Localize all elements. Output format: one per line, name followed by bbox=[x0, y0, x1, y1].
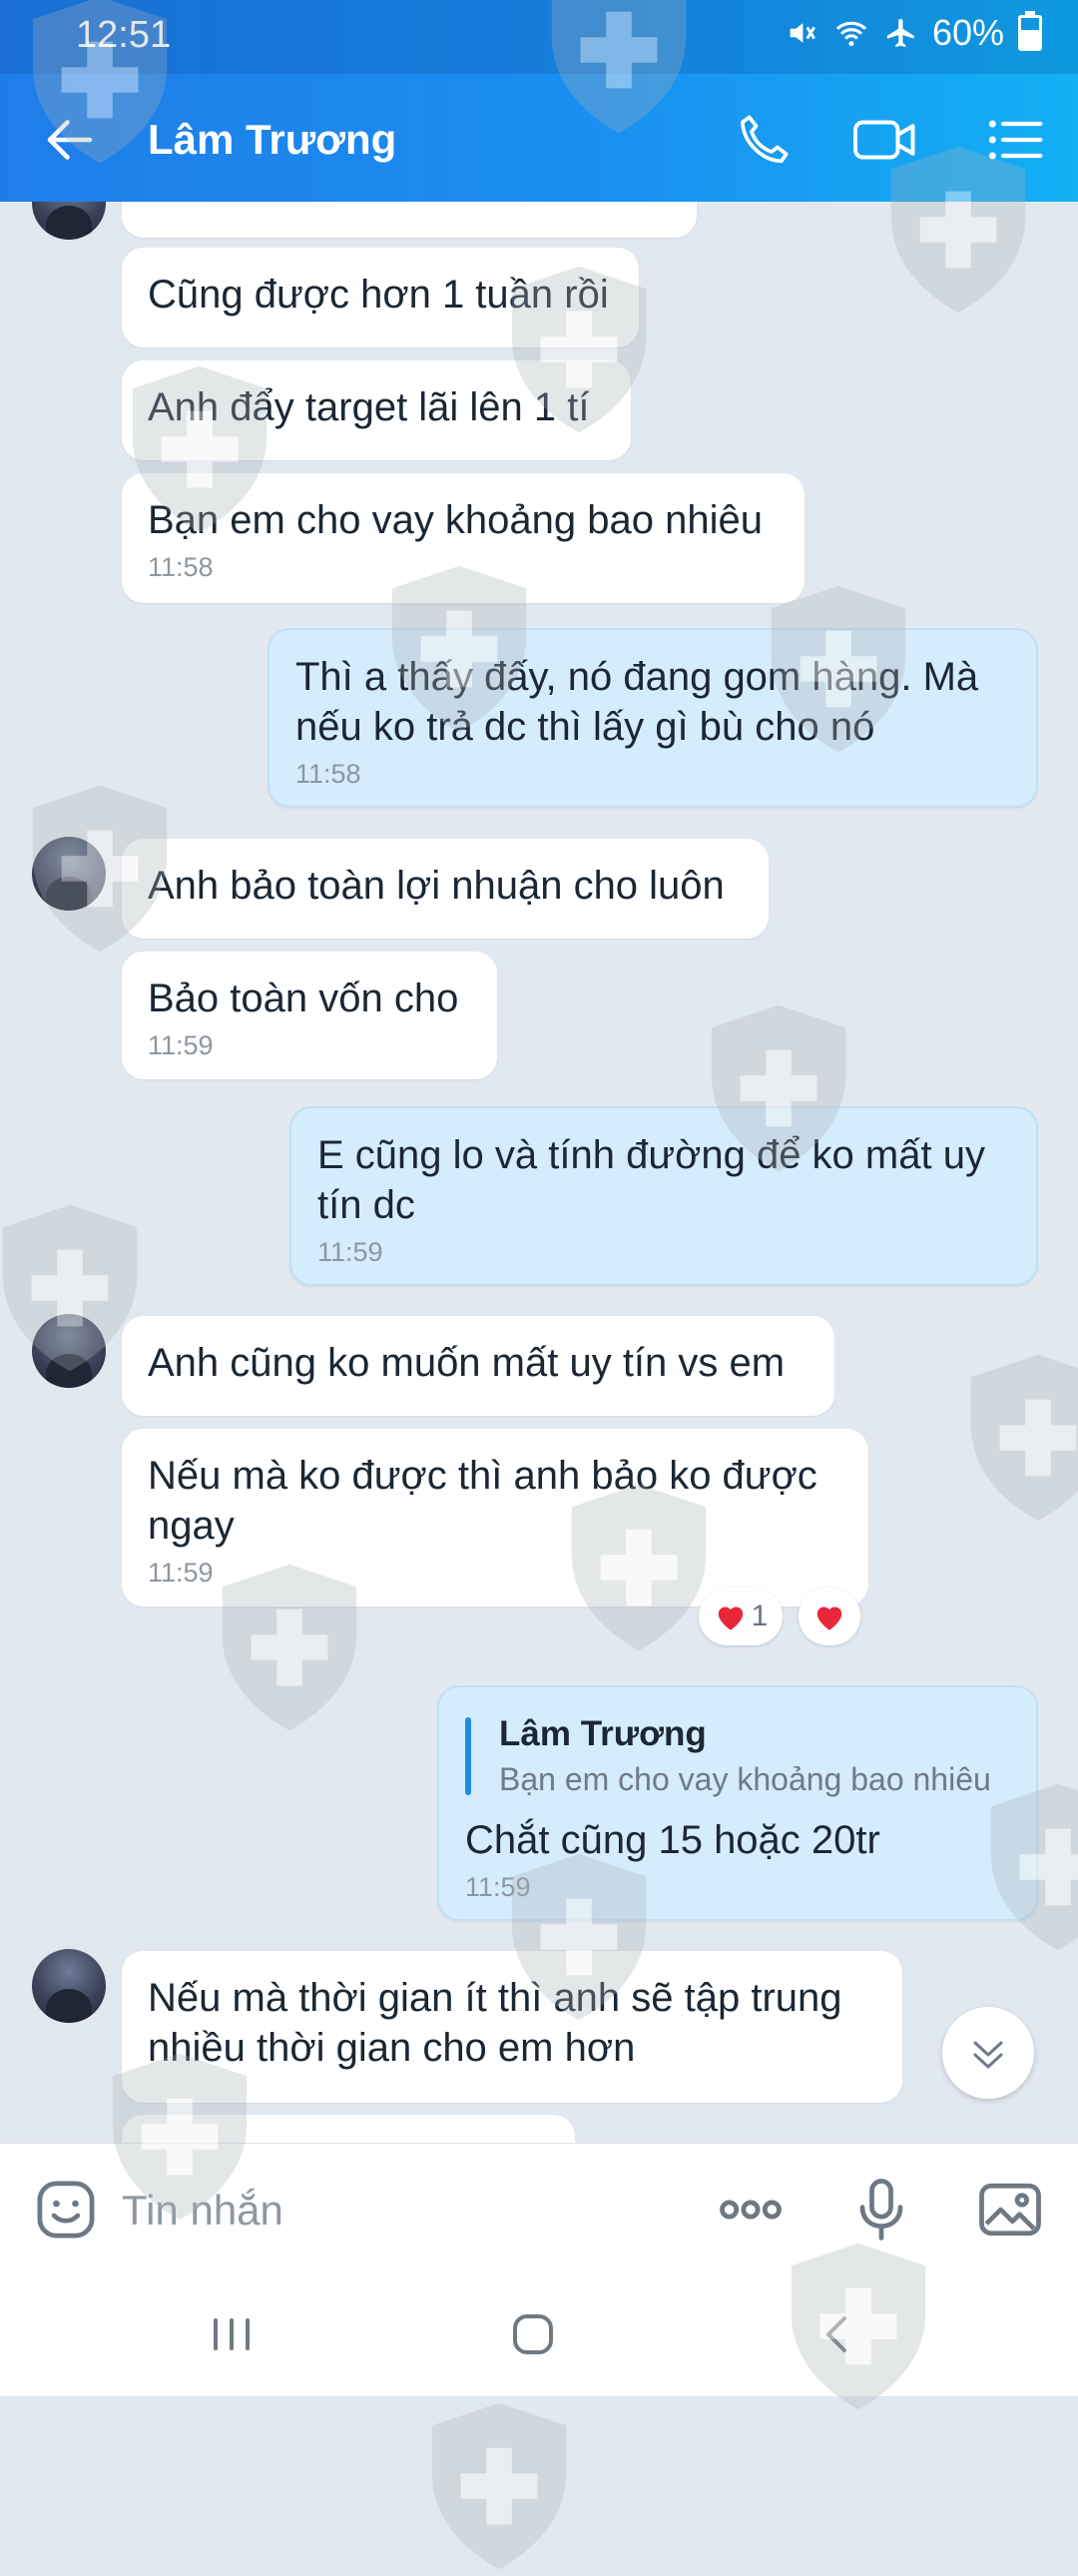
message-text: Nếu mà ko được thì anh bảo ko được ngay bbox=[148, 1454, 817, 1548]
message-input[interactable] bbox=[120, 2182, 683, 2240]
menu-list-icon[interactable] bbox=[980, 108, 1050, 172]
react-button[interactable] bbox=[799, 1588, 860, 1645]
avatar[interactable] bbox=[32, 202, 106, 240]
reaction-count[interactable]: 1 bbox=[699, 1588, 783, 1645]
message-time: 11:59 bbox=[148, 1030, 214, 1060]
message-bubble[interactable]: Anh bảo toàn lợi nhuận cho luôn bbox=[122, 839, 769, 939]
message-text: Anh cũng ko muốn mất uy tín vs em bbox=[148, 1341, 786, 1385]
own-message-bubble-reply[interactable]: Lâm Trương Bạn em cho vay khoảng bao nhi… bbox=[437, 1685, 1038, 1921]
message-bubble-partial[interactable] bbox=[122, 202, 697, 238]
avatar[interactable] bbox=[32, 1949, 106, 2023]
message-text: Anh đẩy target lãi lên 1 tí bbox=[148, 385, 590, 429]
message-text: Cũng được hơn 1 tuần rồi bbox=[148, 273, 609, 317]
avatar[interactable] bbox=[32, 837, 106, 911]
back-arrow-icon[interactable] bbox=[40, 110, 100, 170]
message-bubble[interactable]: Anh đẩy target lãi lên 1 tí bbox=[122, 360, 631, 460]
message-bubble[interactable]: Nếu mà thời gian ít thì anh sẽ tập trung… bbox=[122, 1951, 902, 2103]
message-time: 11:59 bbox=[148, 1558, 214, 1588]
chevron-down-icon bbox=[973, 2041, 1003, 2069]
quote-text: Bạn em cho vay khoảng bao nhiêu bbox=[499, 1761, 991, 1797]
video-call-icon[interactable] bbox=[850, 108, 920, 172]
home-icon[interactable] bbox=[493, 2304, 573, 2364]
message-text: Bạn em cho vay khoảng bao nhiêu bbox=[148, 498, 763, 542]
watermark-shield bbox=[431, 2402, 567, 2570]
message-text: Bảo toàn vốn cho bbox=[148, 976, 459, 1020]
own-message-bubble[interactable]: E cũng lo và tính đường để ko mất uy tín… bbox=[289, 1106, 1038, 1286]
status-icons: 60% bbox=[785, 11, 1042, 54]
message-list[interactable]: Cũng được hơn 1 tuần rồi Anh đẩy target … bbox=[0, 202, 1078, 2143]
reaction-count-text: 1 bbox=[751, 1600, 769, 1632]
phone-icon[interactable] bbox=[729, 108, 799, 172]
message-bubble[interactable]: Nếu mà ko được thì anh bảo ko được ngay … bbox=[122, 1429, 868, 1607]
contact-name[interactable]: Lâm Trương bbox=[148, 116, 396, 164]
airplane-icon bbox=[886, 18, 914, 48]
message-time: 11:58 bbox=[295, 759, 361, 789]
chat-header: 12:51 60% Lâm Trương bbox=[0, 0, 1078, 202]
message-bubble[interactable]: Cũng được hơn 1 tuần rồi bbox=[122, 248, 639, 347]
message-text: Nếu mà thời gian ít thì anh sẽ tập trung… bbox=[148, 1976, 842, 2070]
avatar[interactable] bbox=[32, 1314, 106, 1388]
back-nav-icon[interactable] bbox=[799, 2304, 878, 2364]
recent-apps-icon[interactable] bbox=[192, 2304, 271, 2364]
message-bubble[interactable]: Bạn em cho vay khoảng bao nhiêu 11:58 bbox=[122, 473, 805, 603]
message-time: 11:59 bbox=[465, 1872, 531, 1902]
emoji-icon[interactable] bbox=[28, 2172, 104, 2248]
message-bubble[interactable]: Bảo toàn vốn cho 11:59 bbox=[122, 952, 497, 1079]
quote-author: Lâm Trương bbox=[499, 1714, 707, 1753]
status-time: 12:51 bbox=[76, 14, 172, 56]
message-time: 11:59 bbox=[317, 1237, 383, 1267]
status-bar: 12:51 60% bbox=[0, 0, 1078, 74]
battery-icon bbox=[1018, 11, 1042, 51]
message-composer bbox=[0, 2143, 1078, 2275]
own-message-bubble[interactable]: Thì a thấy đấy, nó đang gom hàng. Mà nếu… bbox=[268, 628, 1038, 808]
quoted-message[interactable]: Lâm Trương Bạn em cho vay khoảng bao nhi… bbox=[465, 1711, 1010, 1801]
scroll-to-bottom-button[interactable] bbox=[942, 2007, 1034, 2099]
wifi-icon bbox=[835, 21, 867, 47]
message-text: Anh bảo toàn lợi nhuận cho luôn bbox=[148, 864, 725, 908]
message-text: Chắt cũng 15 hoặc 20tr bbox=[465, 1818, 880, 1862]
image-icon[interactable] bbox=[972, 2172, 1048, 2248]
heart-icon bbox=[816, 1607, 842, 1630]
microphone-icon[interactable] bbox=[843, 2172, 919, 2248]
heart-icon bbox=[718, 1607, 743, 1630]
battery-percent: 60% bbox=[931, 12, 1004, 53]
message-time: 11:58 bbox=[148, 552, 214, 582]
mute-icon bbox=[790, 23, 815, 43]
message-text: E cũng lo và tính đường để ko mất uy tín… bbox=[317, 1133, 985, 1227]
message-bubble-partial[interactable] bbox=[122, 2115, 575, 2143]
message-text: Thì a thấy đấy, nó đang gom hàng. Mà nếu… bbox=[295, 655, 979, 749]
message-bubble[interactable]: Anh cũng ko muốn mất uy tín vs em bbox=[122, 1316, 834, 1416]
more-dots-icon[interactable] bbox=[713, 2172, 789, 2248]
system-navigation-bar bbox=[0, 2274, 1078, 2396]
